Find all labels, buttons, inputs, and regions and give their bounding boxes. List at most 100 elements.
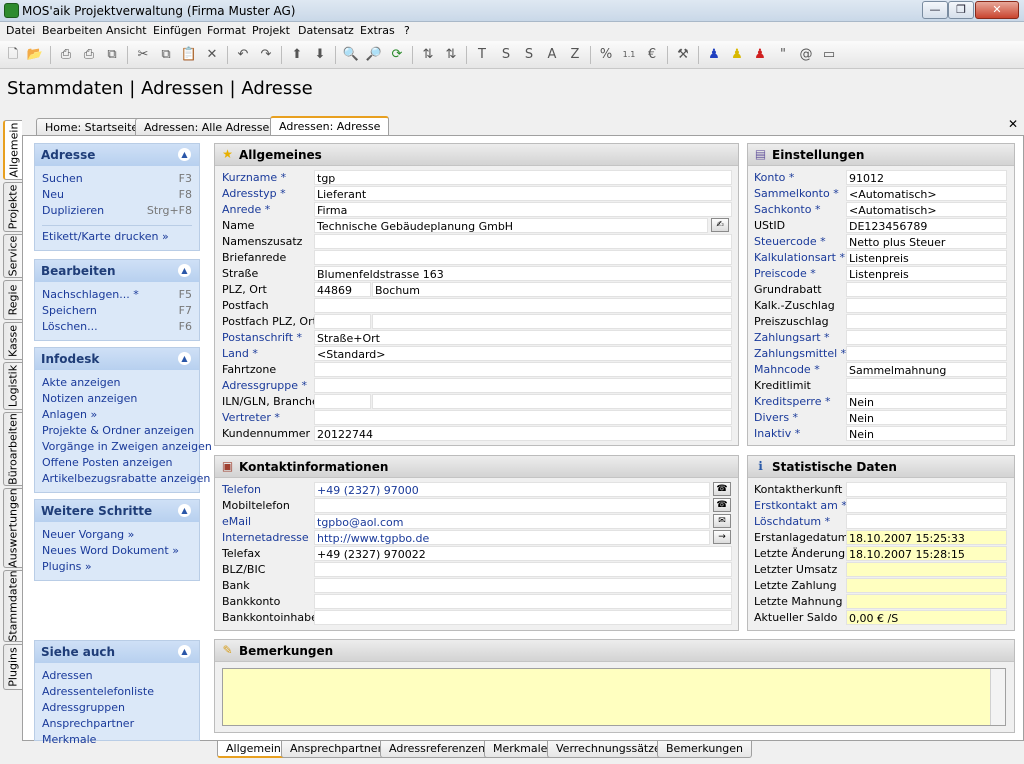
collapse-icon[interactable]: ▲ — [178, 148, 191, 161]
at-icon[interactable]: @ — [797, 46, 815, 64]
copy-icon[interactable]: ⧉ — [157, 46, 175, 64]
field-kontaktherkunft-input[interactable] — [846, 482, 1007, 497]
sort-descending-icon[interactable]: ⇅ — [442, 46, 460, 64]
percent-icon[interactable]: % — [597, 46, 615, 64]
field-bank-input[interactable] — [314, 578, 732, 593]
field-anrede-input[interactable]: Firma — [314, 202, 732, 217]
field-label[interactable]: Anrede * — [222, 203, 270, 216]
field-konto-input[interactable]: 91012 — [846, 170, 1007, 185]
field-inaktiv-input[interactable]: Nein — [846, 426, 1007, 441]
taskpane-header[interactable]: Siehe auch ▲ — [35, 641, 199, 663]
field-adressgruppe-input[interactable] — [314, 378, 732, 393]
ruler-icon[interactable]: ▭ — [820, 46, 838, 64]
vtab-service[interactable]: Service — [3, 234, 22, 278]
field-erstkontakt-am-input[interactable] — [846, 498, 1007, 513]
field-label[interactable]: eMail — [222, 515, 251, 528]
field-adresstyp-input[interactable]: Lieferant — [314, 186, 732, 201]
field-label[interactable]: Preiscode * — [754, 267, 816, 280]
tab-adressreferenzen[interactable]: Adressreferenzen — [380, 741, 495, 758]
maximize-button[interactable]: ❐ — [948, 1, 974, 19]
menu-bearbeiten[interactable]: Bearbeiten — [42, 24, 102, 37]
field-briefanrede-input[interactable] — [314, 250, 732, 265]
field-kreditsperre-input[interactable]: Nein — [846, 394, 1007, 409]
redo-icon[interactable]: ↷ — [257, 46, 275, 64]
open-folder-icon[interactable]: 📂 — [26, 46, 44, 64]
user-blue-icon[interactable]: ♟ — [705, 46, 723, 64]
field-preiscode-input[interactable]: Listenpreis — [846, 266, 1007, 281]
tab-bemerkungen[interactable]: Bemerkungen — [657, 741, 753, 758]
collapse-icon[interactable]: ▲ — [178, 645, 191, 658]
field-namenszusatz-input[interactable] — [314, 234, 732, 249]
field-label[interactable]: Vertreter * — [222, 411, 280, 424]
text-button-s2[interactable]: S — [520, 46, 538, 64]
link-adressgruppen[interactable]: Adressgruppen — [42, 701, 192, 717]
field-fahrtzone-input[interactable] — [314, 362, 732, 377]
link-ansprechpartner[interactable]: Ansprechpartner — [42, 717, 192, 733]
field-label[interactable]: Sammelkonto * — [754, 187, 839, 200]
field-postfach-plz-ort-input-2[interactable] — [372, 314, 732, 329]
sort-ascending-icon[interactable]: ⇅ — [419, 46, 437, 64]
field-land-input[interactable]: <Standard> — [314, 346, 732, 361]
vtab-plugins[interactable]: Plugins — [3, 644, 22, 690]
link-speichern[interactable]: Speichern F7 — [42, 304, 192, 320]
field-label[interactable]: Zahlungsart * — [754, 331, 830, 344]
vtab-allgemein[interactable]: Allgemein — [3, 120, 22, 180]
collapse-icon[interactable]: ▲ — [178, 264, 191, 277]
menu-help[interactable]: ? — [404, 24, 410, 37]
field-label[interactable]: Postanschrift * — [222, 331, 302, 344]
menu-extras[interactable]: Extras — [360, 24, 395, 37]
field-mahncode-input[interactable]: Sammelmahnung — [846, 362, 1007, 377]
tab-adresse[interactable]: Adressen: Adresse — [270, 116, 390, 136]
field-loeschdatum-input[interactable] — [846, 514, 1007, 529]
field-label[interactable]: Löschdatum * — [754, 515, 830, 528]
link-anlagen[interactable]: Anlagen » — [42, 408, 192, 424]
field-kalkulationsart-input[interactable]: Listenpreis — [846, 250, 1007, 265]
field-label[interactable]: Internetadresse — [222, 531, 309, 544]
field-label[interactable]: Divers * — [754, 411, 798, 424]
quote-icon[interactable]: " — [774, 46, 792, 64]
tools-icon[interactable]: ⚒ — [674, 46, 692, 64]
field-label[interactable]: Adressgruppe * — [222, 379, 307, 392]
field-mobiltelefon-input[interactable] — [314, 498, 710, 513]
field-label[interactable]: Land * — [222, 347, 258, 360]
link-neues-word-dokument[interactable]: Neues Word Dokument » — [42, 544, 192, 560]
link-vorgaenge-zweigen[interactable]: Vorgänge in Zweigen anzeigen — [42, 440, 212, 456]
link-adressentelefonliste[interactable]: Adressentelefonliste — [42, 685, 192, 701]
minimize-button[interactable]: — — [922, 1, 948, 19]
cut-icon[interactable]: ✂ — [134, 46, 152, 64]
field-letzter-umsatz-input[interactable] — [846, 562, 1007, 577]
search-icon[interactable]: 🔍 — [342, 46, 360, 64]
collapse-icon[interactable]: ▲ — [178, 352, 191, 365]
link-etikett-drucken[interactable]: Etikett/Karte drucken » — [42, 230, 192, 246]
user-yellow-icon[interactable]: ♟ — [728, 46, 746, 64]
link-adressen[interactable]: Adressen — [42, 669, 192, 685]
bemerkungen-scrollbar[interactable] — [990, 669, 1005, 725]
field-preiszuschlag-input[interactable] — [846, 314, 1007, 329]
field-telefax-input[interactable]: +49 (2327) 970022 — [314, 546, 732, 561]
tab-ansprechpartner[interactable]: Ansprechpartner — [281, 741, 392, 758]
undo-icon[interactable]: ↶ — [234, 46, 252, 64]
field-letzte-aenderung-input[interactable]: 18.10.2007 15:28:15 — [846, 546, 1007, 561]
taskpane-header[interactable]: Adresse ▲ — [35, 144, 199, 166]
tab-merkmale[interactable]: Merkmale — [484, 741, 557, 758]
field-label[interactable]: Steuercode * — [754, 235, 826, 248]
tab-allgemein[interactable]: Allgemein — [217, 741, 290, 758]
menu-datensatz[interactable]: Datensatz — [298, 24, 354, 37]
field-kreditlimit-input[interactable] — [846, 378, 1007, 393]
print-preview-icon[interactable]: ⎙ — [80, 46, 98, 64]
copy-record-icon[interactable]: ⧉ — [103, 46, 121, 64]
link-nachschlagen[interactable]: Nachschlagen... * F5 — [42, 288, 192, 304]
field-name-input[interactable]: Technische Gebäudeplanung GmbH — [314, 218, 708, 233]
menu-format[interactable]: Format — [207, 24, 246, 37]
link-neuer-vorgang[interactable]: Neuer Vorgang » — [42, 528, 192, 544]
link-duplizieren[interactable]: Duplizieren Strg+F8 — [42, 204, 192, 220]
collapse-icon[interactable]: ▲ — [178, 504, 191, 517]
link-artikelbezugsrabatte[interactable]: Artikelbezugsrabatte anzeigen — [42, 472, 210, 488]
link-notizen-anzeigen[interactable]: Notizen anzeigen — [42, 392, 192, 408]
field-letzte-mahnung-input[interactable] — [846, 594, 1007, 609]
taskpane-header[interactable]: Infodesk ▲ — [35, 348, 199, 370]
field-blz-bic-input[interactable] — [314, 562, 732, 577]
field-bankkonto-input[interactable] — [314, 594, 732, 609]
link-neu[interactable]: Neu F8 — [42, 188, 192, 204]
field-grundrabatt-input[interactable] — [846, 282, 1007, 297]
